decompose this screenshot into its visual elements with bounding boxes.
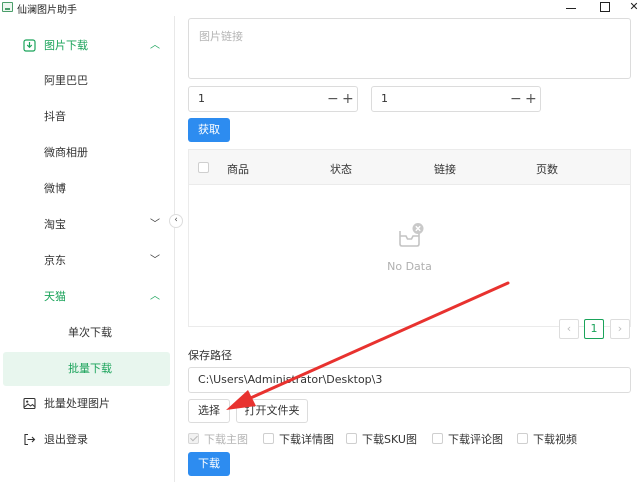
option-checkbox[interactable] xyxy=(188,433,199,444)
end-page-stepper[interactable]: 1 − + xyxy=(371,86,541,112)
sidebar-item-wechat-album[interactable]: 微商相册 xyxy=(0,136,175,170)
option-label: 下载主图 xyxy=(204,433,248,446)
stepper-value: 1 xyxy=(198,92,205,105)
minus-icon[interactable]: − xyxy=(510,89,522,109)
empty-text: No Data xyxy=(387,260,432,273)
sidebar-item-logout[interactable]: 退出登录 xyxy=(0,423,175,457)
sidebar-item-label: 京东 xyxy=(44,254,66,267)
sidebar-item-label: 微商相册 xyxy=(44,146,88,159)
app-icon xyxy=(2,2,13,12)
column-header-status: 状态 xyxy=(330,163,352,176)
sidebar: 图片下载 ︿ 阿里巴巴 抖音 微商相册 微博 淘宝 ﹀ 京东 ﹀ 天猫 ︿ 单次… xyxy=(0,16,175,482)
sidebar-item-label: 阿里巴巴 xyxy=(44,74,88,87)
chevron-up-icon: ︿ xyxy=(150,40,160,51)
results-table: 商品 状态 链接 页数 No Data xyxy=(188,149,631,327)
column-header-product: 商品 xyxy=(227,163,249,176)
option-label: 下载SKU图 xyxy=(362,433,417,446)
title-bar: 仙澜图片助手 ✕ xyxy=(0,0,640,16)
logout-icon xyxy=(24,433,36,446)
column-header-link: 链接 xyxy=(434,163,456,176)
chevron-down-icon: ﹀ xyxy=(150,219,160,230)
sidebar-item-batch-process[interactable]: 批量处理图片 xyxy=(0,387,175,421)
open-folder-button[interactable]: 打开文件夹 xyxy=(236,399,308,423)
sidebar-item-alibaba[interactable]: 阿里巴巴 xyxy=(0,64,175,98)
sidebar-item-taobao[interactable]: 淘宝 ﹀ xyxy=(0,208,175,242)
plus-icon[interactable]: + xyxy=(525,89,537,109)
option-checkbox[interactable] xyxy=(432,433,443,444)
prev-page-button[interactable]: ‹ xyxy=(559,319,579,339)
option-checkbox[interactable] xyxy=(346,433,357,444)
sidebar-item-label: 单次下载 xyxy=(68,326,112,339)
select-all-checkbox[interactable] xyxy=(198,162,209,173)
sidebar-item-label: 批量处理图片 xyxy=(44,397,110,410)
sidebar-item-label: 批量下载 xyxy=(68,362,112,375)
sidebar-item-label: 图片下载 xyxy=(44,39,88,52)
next-page-button[interactable]: › xyxy=(610,319,630,339)
minus-icon[interactable]: − xyxy=(327,89,339,109)
option-checkbox[interactable] xyxy=(517,433,528,444)
save-path-label: 保存路径 xyxy=(188,349,232,362)
fetch-button[interactable]: 获取 xyxy=(188,118,230,142)
sidebar-item-jd[interactable]: 京东 ﹀ xyxy=(0,244,175,278)
column-header-pages: 页数 xyxy=(536,163,558,176)
sidebar-item-weibo[interactable]: 微博 xyxy=(0,172,175,206)
main-panel: 1 − + 1 − + 获取 商品 状态 链接 页数 No Data ‹ 1 ›… xyxy=(176,16,640,482)
option-checkbox[interactable] xyxy=(263,433,274,444)
sidebar-item-douyin[interactable]: 抖音 xyxy=(0,100,175,134)
window-title: 仙澜图片助手 xyxy=(17,5,77,16)
sidebar-item-label: 天猫 xyxy=(44,290,66,303)
option-label: 下载详情图 xyxy=(279,433,334,446)
chevron-up-icon: ︿ xyxy=(150,291,160,302)
sidebar-item-label: 抖音 xyxy=(44,110,66,123)
sidebar-item-single-download[interactable]: 单次下载 xyxy=(0,316,175,350)
image-icon xyxy=(23,397,36,410)
minimize-button[interactable] xyxy=(557,0,585,16)
plus-icon[interactable]: + xyxy=(342,89,354,109)
download-button[interactable]: 下载 xyxy=(188,452,230,476)
sidebar-item-tmall[interactable]: 天猫 ︿ xyxy=(0,280,175,314)
collapse-sidebar-button[interactable]: ‹ xyxy=(169,214,183,228)
sidebar-item-image-download[interactable]: 图片下载 ︿ xyxy=(0,29,175,63)
sidebar-item-label: 淘宝 xyxy=(44,218,66,231)
page-number-button[interactable]: 1 xyxy=(584,319,604,339)
start-page-stepper[interactable]: 1 − + xyxy=(188,86,358,112)
chevron-down-icon: ﹀ xyxy=(150,255,160,266)
sidebar-item-label: 退出登录 xyxy=(44,433,88,446)
option-label: 下载视频 xyxy=(533,433,577,446)
sidebar-item-batch-download[interactable]: 批量下载 xyxy=(3,352,170,386)
no-data-icon xyxy=(399,223,424,247)
table-header: 商品 状态 链接 页数 xyxy=(189,150,630,185)
sidebar-item-label: 微博 xyxy=(44,182,66,195)
option-label: 下载评论图 xyxy=(448,433,503,446)
stepper-value: 1 xyxy=(381,92,388,105)
save-path-input[interactable]: C:\Users\Administrator\Desktop\3 xyxy=(188,367,631,393)
download-icon xyxy=(23,39,36,52)
choose-folder-button[interactable]: 选择 xyxy=(188,399,230,423)
maximize-button[interactable] xyxy=(590,0,618,16)
image-link-input[interactable] xyxy=(188,18,631,79)
empty-state: No Data xyxy=(189,186,630,326)
close-button[interactable]: ✕ xyxy=(620,0,640,16)
